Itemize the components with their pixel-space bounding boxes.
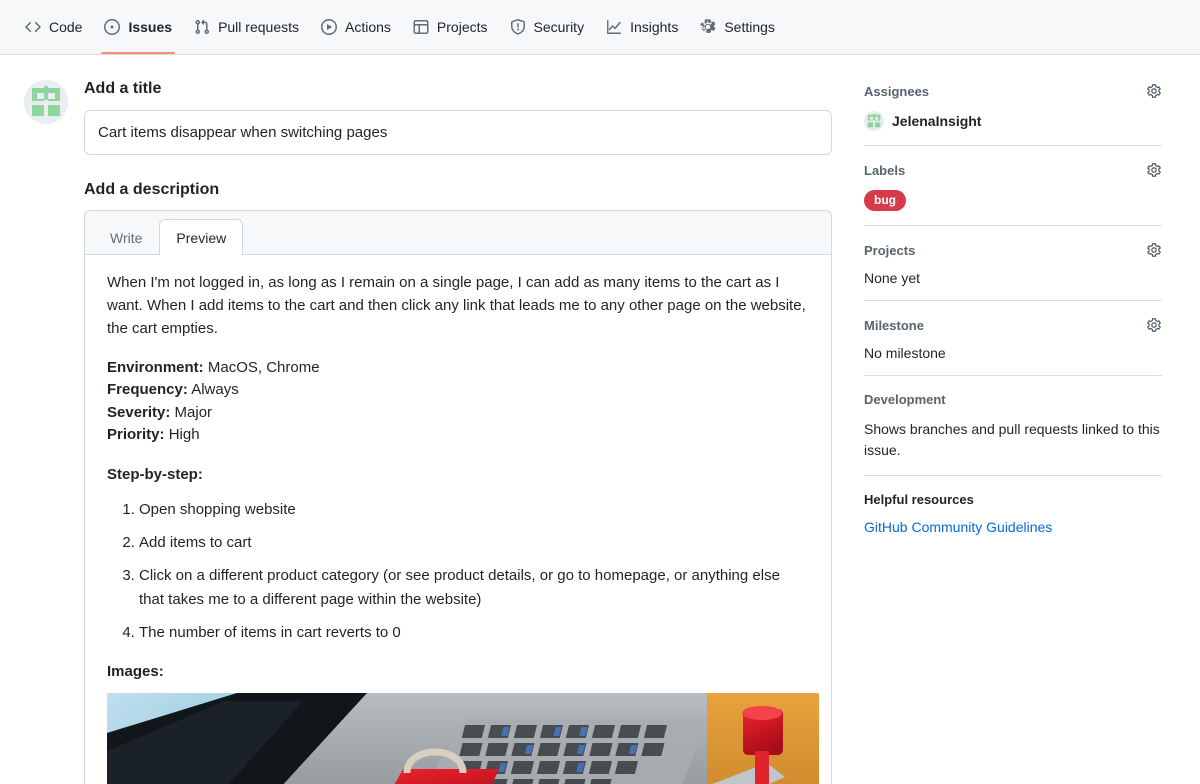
sidebar-section-header: Assignees — [864, 83, 1162, 99]
add-title-label: Add a title — [84, 80, 162, 97]
list-item: Click on a different product category (o… — [139, 564, 809, 611]
nav-label: Insights — [630, 19, 679, 35]
nav-label: Settings — [724, 19, 775, 35]
meta-label: Environment: — [107, 358, 204, 376]
sidebar-section-milestone: Milestone No milestone — [864, 301, 1162, 377]
sidebar-section-header: Development — [864, 392, 1162, 407]
sidebar-section-assignees: Assignees JelenaInsight — [864, 83, 1162, 146]
meta-line-frequency: Frequency: Always — [107, 379, 809, 402]
nav-label: Issues — [128, 19, 173, 35]
meta-value: MacOS, Chrome — [207, 358, 320, 376]
table-icon — [413, 19, 429, 35]
milestone-empty-text: No milestone — [864, 345, 946, 362]
nav-label: Projects — [436, 19, 488, 35]
gear-icon[interactable] — [1146, 83, 1162, 99]
list-item: Open shopping website — [139, 498, 809, 521]
nav-item-code[interactable]: Code — [14, 0, 93, 54]
sidebar-section-helpful-resources: Helpful resources GitHub Community Guide… — [864, 476, 1162, 551]
sidebar-section-header: Projects — [864, 242, 1162, 258]
avatar-wrap — [24, 79, 68, 784]
nav-item-issues[interactable]: Issues — [93, 0, 183, 54]
issue-sidebar: Assignees JelenaInsight Labels bug Proje… — [864, 79, 1162, 784]
description-meta-block: Environment: MacOS, Chrome Frequency: Al… — [107, 357, 809, 447]
milestone-title: Milestone — [864, 317, 924, 333]
steps-list: Open shopping website Add items to cart … — [107, 498, 809, 644]
issue-opened-icon — [104, 19, 121, 35]
meta-label: Frequency: — [107, 381, 188, 399]
list-item: The number of items in cart reverts to 0 — [139, 621, 809, 644]
sidebar-section-header: Helpful resources — [864, 492, 1162, 507]
gear-icon — [700, 19, 716, 35]
shield-icon — [510, 19, 526, 35]
assignee-name: JelenaInsight — [892, 113, 982, 129]
gear-icon[interactable] — [1146, 317, 1162, 333]
nav-item-settings[interactable]: Settings — [689, 0, 786, 54]
list-item: Add items to cart — [139, 531, 809, 554]
meta-value: Major — [174, 403, 213, 421]
meta-line-environment: Environment: MacOS, Chrome — [107, 357, 809, 380]
projects-empty-text: None yet — [864, 270, 921, 287]
sidebar-section-development: Development Shows branches and pull requ… — [864, 376, 1162, 477]
nav-label: Actions — [345, 19, 391, 35]
nav-label: Code — [49, 19, 83, 35]
community-guidelines-link[interactable]: GitHub Community Guidelines — [864, 519, 1052, 535]
gear-icon[interactable] — [1146, 162, 1162, 178]
sidebar-section-projects: Projects None yet — [864, 226, 1162, 302]
code-icon — [25, 19, 41, 35]
tab-preview[interactable]: Preview — [159, 218, 244, 255]
sidebar-section-header: Milestone — [864, 317, 1162, 333]
meta-line-priority: Priority: High — [107, 424, 809, 447]
issue-form-column: Add a title Add a description Write Prev… — [24, 79, 836, 784]
meta-label: Severity: — [107, 403, 171, 421]
play-icon — [321, 19, 337, 35]
description-editor: Write Preview When I'm not logged in, as… — [84, 209, 832, 784]
nav-item-pull-requests[interactable]: Pull requests — [183, 0, 310, 54]
images-heading: Images: — [107, 663, 164, 681]
steps-heading: Step-by-step: — [107, 465, 203, 483]
meta-value: High — [168, 426, 200, 444]
nav-items: Code Issues Pull requests Actions Projec — [14, 0, 786, 54]
issue-create-page: Add a title Add a description Write Prev… — [0, 55, 1200, 784]
nav-item-projects[interactable]: Projects — [402, 0, 499, 54]
description-screenshot — [107, 693, 819, 784]
gear-icon[interactable] — [1146, 242, 1162, 258]
development-title: Development — [864, 392, 946, 408]
graph-icon — [606, 19, 622, 35]
assignee-row[interactable]: JelenaInsight — [864, 111, 1162, 131]
repository-nav-bar: Code Issues Pull requests Actions Projec — [0, 0, 1200, 55]
tab-write[interactable]: Write — [93, 219, 159, 255]
meta-line-severity: Severity: Major — [107, 402, 809, 425]
avatar — [24, 80, 68, 124]
nav-item-actions[interactable]: Actions — [310, 0, 402, 54]
nav-label: Security — [533, 19, 585, 35]
description-paragraph: When I'm not logged in, as long as I rem… — [107, 273, 806, 338]
meta-label: Priority: — [107, 426, 165, 444]
meta-value: Always — [191, 381, 239, 399]
add-description-label: Add a description — [84, 180, 220, 198]
form-column: Add a title Add a description Write Prev… — [84, 79, 836, 784]
avatar — [864, 111, 884, 131]
sidebar-section-header: Labels — [864, 162, 1162, 178]
assignees-title: Assignees — [864, 83, 930, 99]
sidebar-section-labels: Labels bug — [864, 146, 1162, 227]
editor-tabstrip: Write Preview — [85, 210, 831, 255]
nav-item-insights[interactable]: Insights — [595, 0, 689, 54]
helpful-resources-title: Helpful resources — [864, 492, 974, 508]
issue-title-input[interactable] — [84, 109, 832, 155]
nav-label: Pull requests — [218, 19, 299, 35]
description-preview: When I'm not logged in, as long as I rem… — [85, 255, 831, 784]
labels-title: Labels — [864, 162, 906, 178]
git-pull-request-icon — [194, 19, 210, 35]
development-note: Shows branches and pull requests linked … — [864, 421, 1160, 459]
projects-title: Projects — [864, 242, 916, 258]
nav-item-security[interactable]: Security — [499, 0, 596, 54]
status-badge[interactable]: bug — [864, 190, 906, 212]
